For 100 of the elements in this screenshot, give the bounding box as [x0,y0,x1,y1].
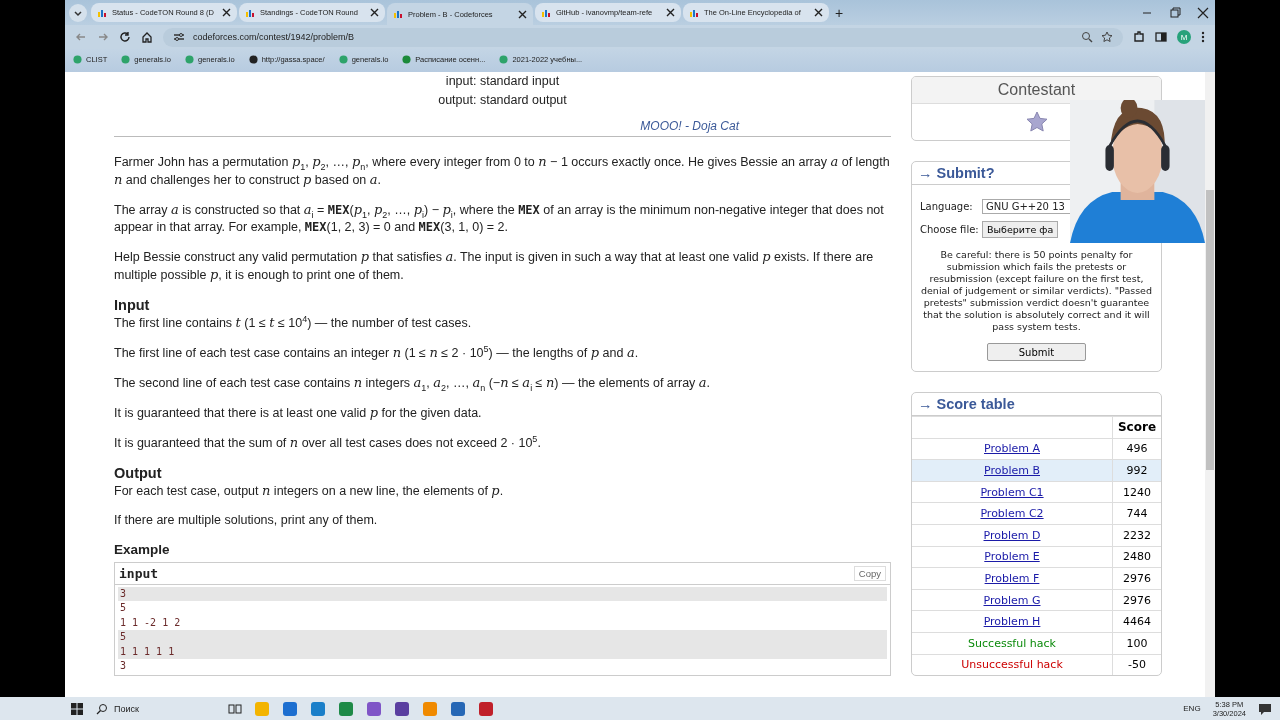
statement-paragraph: The second line of each test case contains n integers a$_{1}$, a$_{2}$, …, a$_{n}$ (−n ≤ a$_{i}$ ≤ n) — the elements of array a. [114,374,712,392]
score-row[interactable]: Successful hack 100 [912,632,1161,655]
score-row[interactable]: Problem C1 1240 [912,481,1161,503]
app-icon[interactable] [394,700,410,717]
menu-icon[interactable] [1201,31,1205,43]
contestant-header: Contestant [912,77,1161,104]
score-cell: 4464 [1112,610,1161,633]
example-line: 5 [119,601,128,616]
url-text: codeforces.com/contest/1942/problem/B [193,32,355,42]
statement-paragraph: Help Bessie construct any valid permutation p that satisfies a. The input is given in such a way that at least one valid p exists. If there are multiple possible p, it is enough to print one of them. [114,248,875,284]
tab-favicon-icon [97,7,107,18]
score-row[interactable]: Problem D 2232 [912,524,1161,547]
taskbar-search[interactable]: Поиск [96,702,216,715]
start-icon[interactable] [70,701,84,716]
tab-favicon-icon [541,7,551,18]
problem-link[interactable]: Problem E [984,550,1040,564]
section-heading: Input [114,296,151,314]
problem-link[interactable]: Problem C2 [980,507,1044,521]
problem-link[interactable]: Problem B [984,464,1040,477]
statement-paragraph: The first line of each test case contains an integer n (1 ≤ n ≤ 2 · 10$^{5}$) — the lengths of p and a. [114,344,640,362]
bookmark-favicon-icon [402,54,412,64]
epigraph-text: MOOO! - Doja Cat [639,119,741,133]
statement-paragraph: The first line contains t (1 ≤ t ≤ 10$^{4}$) — the number of test cases. [114,314,473,332]
bookmark-favicon-icon [73,54,82,64]
tab-favicon-icon [689,7,699,18]
score-cell: -50 [1112,654,1161,676]
score-cell: 2976 [1112,589,1161,611]
extensions-icon[interactable] [1133,31,1145,43]
app-icon[interactable] [338,700,354,717]
statement-paragraph: If there are multiple solutions, print any of them. [114,512,379,529]
home-icon[interactable] [141,31,153,43]
bookmark-favicon-icon [499,54,509,64]
problem-link[interactable]: Successful hack [968,636,1056,650]
section-heading: Output [114,464,163,482]
reload-icon[interactable] [119,31,131,43]
problem-link[interactable]: Problem G [983,593,1041,607]
example-heading: Example [114,541,171,559]
score-row[interactable]: Problem E 2480 [912,546,1161,568]
address-bar[interactable]: codeforces.com/contest/1942/problem/B [163,27,1123,47]
score-row[interactable]: Problem A 496 [912,438,1161,460]
close-icon[interactable] [814,8,823,17]
score-cell: 2480 [1112,546,1161,568]
io-spec-text: input: standard input [444,73,561,90]
new-tab-button[interactable]: + [831,4,848,21]
copy-button[interactable]: Copy [853,566,886,581]
restore-icon[interactable] [1169,6,1181,19]
site-settings-icon[interactable] [173,31,185,43]
penalty-warning: Be careful: there is 50 points penalty for submission which fails the pretests or resubmission (except failure on the first test, denial of judgement or similar verdicts). "Passed pretests" submission verdict doesn't guarantee that the solution is absolutely correct and it will pass system tests. [920,249,1153,333]
submit-button[interactable]: Submit [987,343,1086,361]
star-icon [1025,111,1048,132]
app-icon[interactable] [310,700,326,717]
language-label: Language: [920,201,974,212]
app-icon[interactable] [450,700,466,717]
problem-link[interactable]: Unsuccessful hack [961,658,1063,672]
score-row[interactable]: Problem B 992 [912,459,1161,482]
search-icon [96,702,108,715]
score-row[interactable]: Unsuccessful hack -50 [912,654,1161,676]
notifications-icon[interactable] [1258,701,1272,716]
close-icon[interactable] [1197,6,1209,19]
problem-link[interactable]: Problem A [984,442,1040,456]
scrollbar[interactable] [1205,72,1215,697]
file-label: Choose file: [920,224,980,235]
close-icon[interactable] [518,9,527,19]
score-row[interactable]: Problem H 4464 [912,610,1161,633]
close-icon[interactable] [222,8,231,17]
problem-link[interactable]: Problem F [984,571,1040,585]
bookmark-favicon-icon [248,54,258,64]
score-row[interactable]: Problem F 2976 [912,567,1161,590]
problem-link[interactable]: Problem D [983,528,1041,542]
bookmark-star-icon[interactable] [1101,31,1113,43]
column-header: Score [1112,416,1161,439]
score-row[interactable]: Problem G 2976 [912,589,1161,611]
example-input-label: input [119,566,159,581]
zoom-icon[interactable] [1081,31,1093,43]
task-view-icon[interactable] [228,701,242,716]
bookmark-favicon-icon [184,54,194,64]
example-line: 3 [119,659,128,674]
score-cell: 100 [1112,632,1161,655]
app-icon[interactable] [366,700,382,717]
score-row[interactable]: Problem C2 744 [912,502,1161,525]
score-cell: 2976 [1112,567,1161,590]
close-icon[interactable] [666,8,675,17]
score-cell: 496 [1112,438,1161,460]
statement-paragraph: For each test case, output n integers on a new line, the elements of p. [114,482,505,500]
statement-paragraph: It is guaranteed that the sum of n over all test cases does not exceed 2 · 10$^{5}$. [114,434,542,452]
box-title: → Score table [912,393,1161,416]
side-panel-icon[interactable] [1155,31,1167,43]
close-icon[interactable] [370,8,379,17]
tab-list-button[interactable] [69,3,87,22]
language-indicator[interactable]: ENG [1183,704,1201,713]
bookmark-favicon-icon [121,54,131,64]
statement-paragraph: The array a is constructed so that a$_{i}$ = MEX(p$_{1}$, p$_{2}$, …, p$_{i}$) − p$_{i}$, where the MEX of an array is the minimum non-negative integer that does not appear in that array. For example, MEX(1, 2, 3) = 0 and MEX(3, 1, 0) = 2. [114,201,885,236]
bookmark-favicon-icon [338,54,348,64]
problem-link[interactable]: Problem C1 [980,485,1044,499]
tab-favicon-icon [245,7,255,18]
problem-link[interactable]: Problem H [983,615,1041,629]
app-icon[interactable] [282,700,298,717]
app-icon[interactable] [478,700,494,717]
choose-file-button[interactable]: Выберите фа [982,221,1059,238]
tab-favicon-icon [393,9,403,19]
